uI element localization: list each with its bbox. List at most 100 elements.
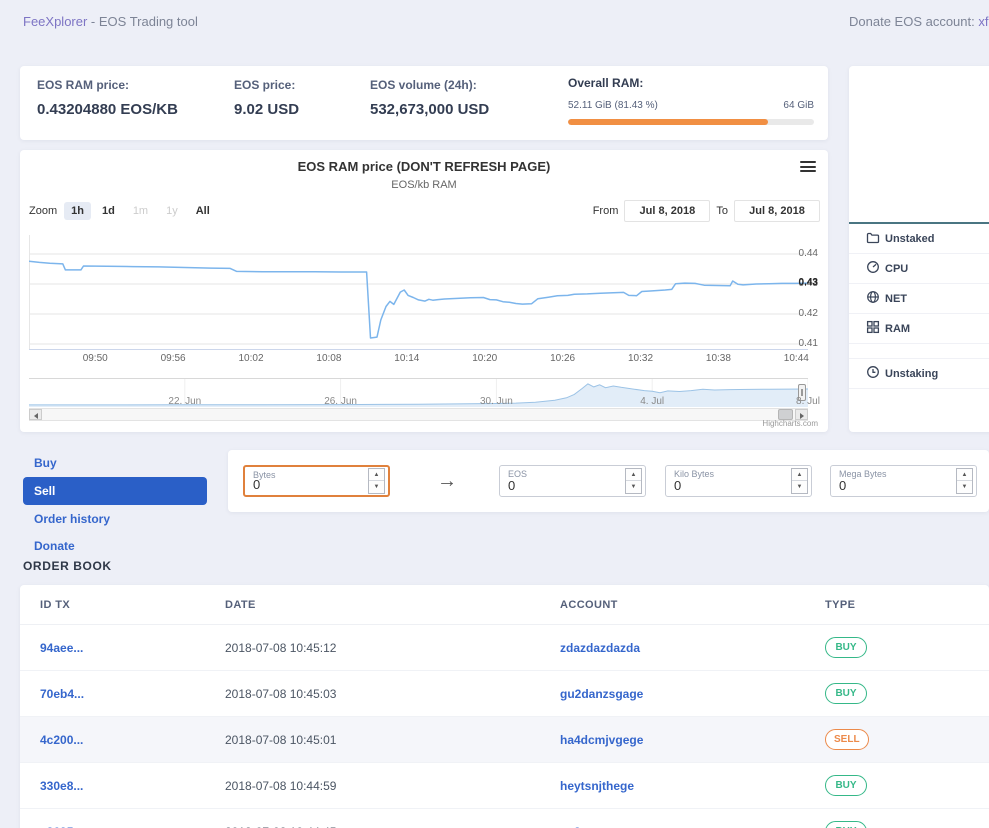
zoom-button-1m: 1m xyxy=(132,205,149,217)
nav-item-sell[interactable]: Sell xyxy=(23,477,207,505)
resource-item-net[interactable]: NET xyxy=(849,284,989,314)
resources-card: Unstaked CPU NET RAM Unstaking xyxy=(849,66,989,432)
tx-id-link[interactable]: 70eb4... xyxy=(40,687,225,701)
chart-card: EOS RAM price (DON'T REFRESH PAGE) EOS/k… xyxy=(20,150,828,432)
donate-account-link[interactable]: xfeexp xyxy=(978,14,989,29)
nav-item-donate[interactable]: Donate xyxy=(23,533,207,559)
wallet-icon xyxy=(866,230,880,247)
table-row: 330e8... 2018-07-08 10:44:59 heytsnjthege B… xyxy=(20,763,989,809)
spinner-up-icon[interactable]: ▲ xyxy=(626,469,641,481)
resource-item-label: Unstaked xyxy=(885,232,935,245)
resource-item-label: Unstaking xyxy=(885,367,939,380)
account-link[interactable]: zdazdazdazda xyxy=(560,641,825,655)
number-spinner[interactable]: ▲ ▼ xyxy=(368,468,385,494)
date-range: From Jul 8, 2018 To Jul 8, 2018 xyxy=(593,200,820,222)
resource-item-cpu[interactable]: CPU xyxy=(849,254,989,284)
from-label: From xyxy=(592,205,619,217)
navigator-axis-labels: 22. Jun 26. Jun 30. Jun 4. Jul 8. Jul xyxy=(29,396,820,408)
table-row: 4c200... 2018-07-08 10:45:01 ha4dcmjvgege S… xyxy=(20,717,989,763)
spinner-down-icon[interactable]: ▼ xyxy=(626,481,641,493)
type-cell: BUY xyxy=(825,775,989,796)
converter-input-eos[interactable]: EOS 0 ▲ ▼ xyxy=(499,465,646,497)
resource-item-label: RAM xyxy=(885,322,911,335)
spinner-up-icon[interactable]: ▲ xyxy=(957,469,972,481)
tx-id-link[interactable]: 94aee... xyxy=(40,641,225,655)
chart-menu-icon[interactable] xyxy=(800,161,816,174)
tx-id-link[interactable]: 4c200... xyxy=(40,733,225,747)
spinner-down-icon[interactable]: ▼ xyxy=(792,481,807,493)
spinner-up-icon[interactable]: ▲ xyxy=(369,469,384,481)
x-axis-label: 09:56 xyxy=(160,353,186,364)
grid-icon xyxy=(866,320,880,337)
tx-id-link[interactable]: e8695... xyxy=(40,825,225,828)
highcharts-credit[interactable]: Highcharts.com xyxy=(762,419,818,428)
x-axis-label: 10:02 xyxy=(238,353,264,364)
stat-eos-price: EOS price: 9.02 USD xyxy=(234,78,300,118)
spinner-up-icon[interactable]: ▲ xyxy=(792,469,807,481)
tx-date: 2018-07-08 10:44:59 xyxy=(225,778,337,793)
resource-item-unstaking[interactable]: Unstaking xyxy=(849,358,989,389)
resource-item-label: CPU xyxy=(885,262,909,275)
table-row: e8695...2018-07-08 10:44:45ge3tanzugugeB… xyxy=(20,809,989,828)
number-spinner[interactable]: ▲ ▼ xyxy=(791,468,808,494)
app-title-rest: - EOS Trading tool xyxy=(87,14,198,29)
number-spinner[interactable]: ▲ ▼ xyxy=(956,468,973,494)
chart-plot-area[interactable] xyxy=(29,235,808,350)
spinner-down-icon[interactable]: ▼ xyxy=(369,481,384,493)
resource-item-ram[interactable]: RAM xyxy=(849,314,989,344)
tx-date: 2018-07-08 10:45:01 xyxy=(225,732,337,747)
donate-account-note: Donate EOS account: xfeexp xyxy=(849,14,989,29)
x-axis-label: 10:38 xyxy=(705,353,731,364)
x-axis-label: 10:20 xyxy=(472,353,498,364)
nav-item-order-history[interactable]: Order history xyxy=(23,506,207,532)
tx-date: 2018-07-08 10:44:45 xyxy=(225,825,560,828)
account-link[interactable]: gu2danzsgage xyxy=(560,687,825,701)
resource-item-label: NET xyxy=(885,292,907,305)
zoom-buttons: Zoom 1h 1d 1m 1y All xyxy=(29,202,217,220)
type-badge-buy: BUY xyxy=(825,821,867,828)
zoom-button-all[interactable]: All xyxy=(189,202,217,220)
order-book-title: ORDER BOOK xyxy=(23,559,112,573)
navigator-label: 22. Jun xyxy=(168,396,202,407)
converter-input-kilo-bytes[interactable]: Kilo Bytes 0 ▲ ▼ xyxy=(665,465,812,497)
type-cell: BUY xyxy=(825,683,989,704)
zoom-button-1h[interactable]: 1h xyxy=(64,202,91,220)
x-axis-label: 10:08 xyxy=(316,353,342,364)
chart-scrollbar[interactable] xyxy=(29,408,808,421)
to-date-input[interactable]: Jul 8, 2018 xyxy=(734,200,820,222)
type-badge-buy: BUY xyxy=(825,775,867,796)
account-link[interactable]: ge3tanzuguge xyxy=(560,825,825,828)
type-badge-buy: BUY xyxy=(825,637,867,658)
account-link[interactable]: heytsnjthege xyxy=(560,779,825,793)
zoom-button-1y: 1y xyxy=(166,205,178,217)
x-axis-label: 10:32 xyxy=(627,353,654,364)
converter-field-value: 0 xyxy=(253,477,261,492)
tx-date: 2018-07-08 10:45:03 xyxy=(225,686,337,701)
order-book-body: 94aee... 2018-07-08 10:45:12 zdazdazdazda B… xyxy=(20,625,989,828)
stat-ram-price: EOS RAM price: 0.43204880 EOS/KB xyxy=(37,78,178,118)
tx-id-link[interactable]: 330e8... xyxy=(40,779,225,793)
chart-title: EOS RAM price (DON'T REFRESH PAGE) xyxy=(297,159,551,174)
converter-input-bytes[interactable]: Bytes 0 ▲ ▼ xyxy=(243,465,390,497)
globe-icon xyxy=(866,290,880,307)
resource-item-unstaked[interactable]: Unstaked xyxy=(849,224,989,254)
nav-item-buy[interactable]: Buy xyxy=(23,450,207,476)
clock-icon xyxy=(866,365,880,382)
account-link[interactable]: ha4dcmjvgege xyxy=(560,733,825,747)
number-spinner[interactable]: ▲ ▼ xyxy=(625,468,642,494)
ram-used: 52.11 GiB (81.43 %) xyxy=(568,100,658,111)
order-book-column-id-tx: ID TX xyxy=(40,598,71,611)
side-nav: Buy Sell Order history Donate xyxy=(23,450,207,560)
main-chart-svg xyxy=(29,235,808,350)
navigator-label: 30. Jun xyxy=(479,396,513,407)
from-date-input[interactable]: Jul 8, 2018 xyxy=(624,200,711,222)
scrollbar-left-arrow-icon[interactable] xyxy=(29,409,42,420)
order-book-card: ID TX DATE ACCOUNT TYPE 94aee... 2018-07-08 … xyxy=(20,585,989,828)
spinner-down-icon[interactable]: ▼ xyxy=(957,481,972,493)
ram-progress-track xyxy=(568,119,814,125)
order-book-column-date: DATE xyxy=(225,598,256,611)
zoom-button-1d[interactable]: 1d xyxy=(95,202,122,220)
converter-input-mega-bytes[interactable]: Mega Bytes 0 ▲ ▼ xyxy=(830,465,977,497)
ram-total: 64 GiB xyxy=(783,100,814,111)
app-title: FeeXplorer - EOS Trading tool xyxy=(23,14,198,29)
